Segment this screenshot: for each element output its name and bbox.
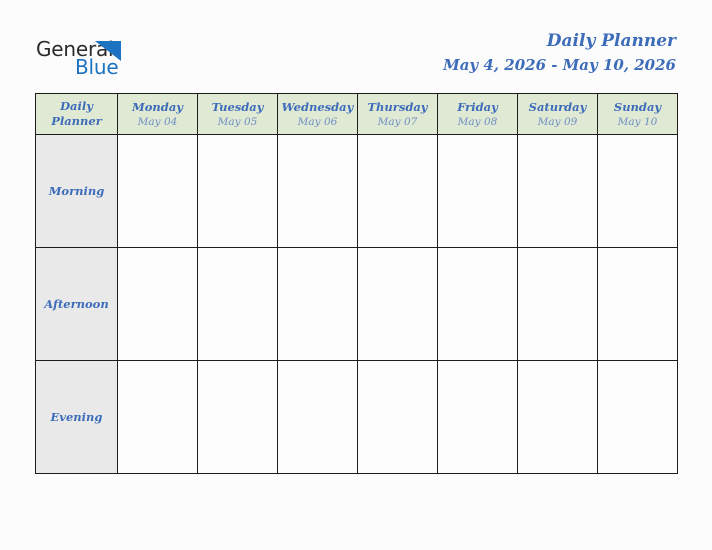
- date-range: May 4, 2026 - May 10, 2026: [443, 56, 676, 74]
- day-name-monday: Monday: [132, 99, 183, 114]
- day-name-thursday: Thursday: [367, 99, 428, 114]
- slot-afternoon-friday[interactable]: [437, 247, 518, 361]
- slot-evening-saturday[interactable]: [517, 360, 598, 474]
- day-name-sunday: Sunday: [613, 99, 662, 114]
- day-date-monday: May 04: [137, 115, 178, 128]
- day-date-tuesday: May 05: [217, 115, 258, 128]
- header-cell-wednesday: Wednesday May 06: [277, 93, 358, 135]
- table-row: Evening: [35, 360, 678, 474]
- day-date-thursday: May 07: [377, 115, 418, 128]
- row-label-morning: Morning: [35, 134, 118, 248]
- row-label-evening: Evening: [35, 360, 118, 474]
- slot-morning-friday[interactable]: [437, 134, 518, 248]
- slot-afternoon-sunday[interactable]: [597, 247, 678, 361]
- table-row: Afternoon: [35, 247, 678, 361]
- slot-evening-thursday[interactable]: [357, 360, 438, 474]
- header-corner-cell: Daily Planner: [35, 93, 118, 135]
- weekly-planner-table: Daily Planner Monday May 04 Tuesday May …: [35, 93, 678, 474]
- corner-label-line2: Planner: [51, 114, 102, 128]
- day-date-wednesday: May 06: [297, 115, 338, 128]
- general-blue-logo[interactable]: General Blue: [36, 38, 166, 82]
- page-title: Daily Planner: [546, 31, 676, 51]
- header-cell-friday: Friday May 08: [437, 93, 518, 135]
- table-header-row: Daily Planner Monday May 04 Tuesday May …: [35, 93, 678, 135]
- slot-afternoon-thursday[interactable]: [357, 247, 438, 361]
- day-date-friday: May 08: [457, 115, 498, 128]
- row-label-text: Morning: [48, 184, 105, 198]
- slot-afternoon-tuesday[interactable]: [197, 247, 278, 361]
- header-cell-saturday: Saturday May 09: [517, 93, 598, 135]
- header-cell-monday: Monday May 04: [117, 93, 198, 135]
- slot-evening-friday[interactable]: [437, 360, 518, 474]
- table-row: Morning: [35, 134, 678, 248]
- title-block: Daily Planner May 4, 2026 - May 10, 2026: [443, 30, 676, 76]
- slot-evening-monday[interactable]: [117, 360, 198, 474]
- header-cell-tuesday: Tuesday May 05: [197, 93, 278, 135]
- row-label-text: Evening: [50, 410, 103, 424]
- slot-morning-saturday[interactable]: [517, 134, 598, 248]
- slot-evening-wednesday[interactable]: [277, 360, 358, 474]
- slot-afternoon-monday[interactable]: [117, 247, 198, 361]
- slot-morning-wednesday[interactable]: [277, 134, 358, 248]
- day-date-saturday: May 09: [537, 115, 578, 128]
- header-cell-sunday: Sunday May 10: [597, 93, 678, 135]
- row-label-afternoon: Afternoon: [35, 247, 118, 361]
- logo-word-blue: Blue: [75, 55, 119, 79]
- corner-label-line1: Daily: [60, 99, 93, 113]
- slot-evening-sunday[interactable]: [597, 360, 678, 474]
- slot-morning-tuesday[interactable]: [197, 134, 278, 248]
- planner-page: General Blue Daily Planner May 4, 2026 -…: [0, 0, 712, 550]
- slot-morning-thursday[interactable]: [357, 134, 438, 248]
- day-name-saturday: Saturday: [528, 99, 587, 114]
- slot-afternoon-saturday[interactable]: [517, 247, 598, 361]
- header-cell-thursday: Thursday May 07: [357, 93, 438, 135]
- slot-evening-tuesday[interactable]: [197, 360, 278, 474]
- slot-morning-monday[interactable]: [117, 134, 198, 248]
- day-date-sunday: May 10: [617, 115, 658, 128]
- row-label-text: Afternoon: [44, 297, 109, 311]
- day-name-friday: Friday: [457, 99, 498, 114]
- day-name-tuesday: Tuesday: [211, 99, 264, 114]
- slot-afternoon-wednesday[interactable]: [277, 247, 358, 361]
- day-name-wednesday: Wednesday: [281, 99, 354, 114]
- slot-morning-sunday[interactable]: [597, 134, 678, 248]
- page-header: General Blue Daily Planner May 4, 2026 -…: [0, 0, 712, 90]
